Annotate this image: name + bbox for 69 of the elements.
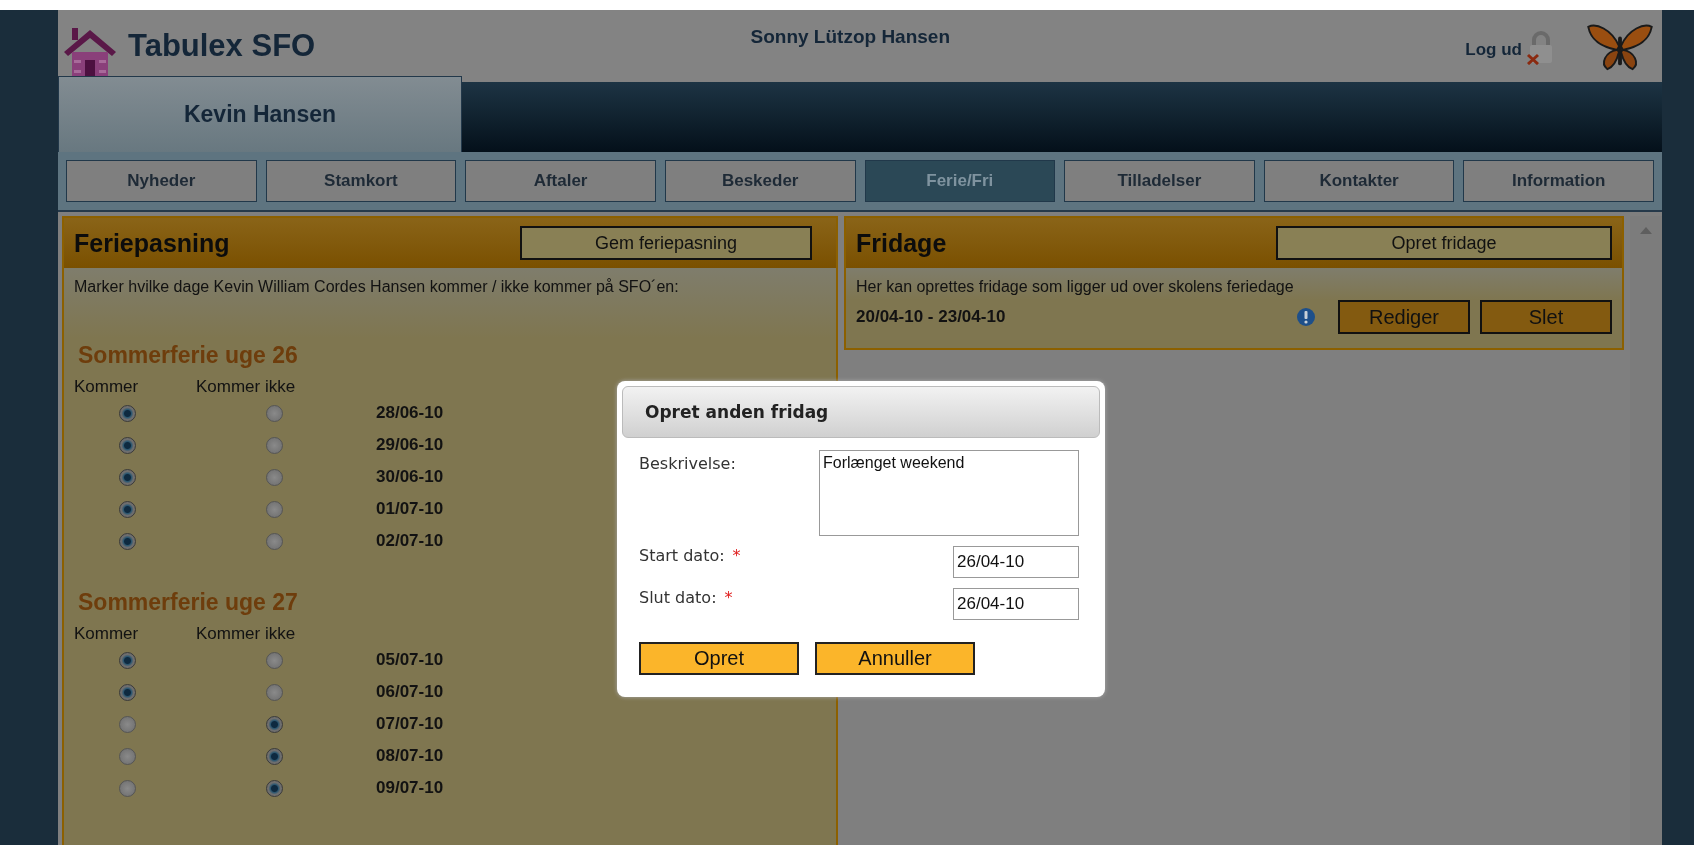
radio-button[interactable] [118,500,136,518]
date-field[interactable]: 26/04-10 [953,546,1079,578]
delete-button[interactable]: Slet [1480,300,1612,334]
dialog-title: Opret anden fridag [622,386,1100,438]
dialog-button[interactable]: Annuller [815,642,975,675]
radio-button[interactable] [265,715,283,733]
radio-button[interactable] [118,651,136,669]
radio-button[interactable] [265,779,283,797]
required-mark: * [732,546,741,565]
radio-button[interactable] [118,468,136,486]
field-label: Start dato: [639,546,725,565]
radio-button[interactable] [118,683,136,701]
column-label: Kommer ikke [196,624,296,644]
date-label: 05/07-10 [376,650,444,670]
radio-button[interactable] [265,683,283,701]
nav-tab[interactable]: Information [1463,160,1654,202]
radio-button[interactable] [265,532,283,550]
scroll-up-icon[interactable] [1640,226,1652,234]
nav-tab[interactable]: Tilladelser [1064,160,1255,202]
dialog-button[interactable]: Opret [639,642,799,675]
radio-button[interactable] [118,747,136,765]
field-label: Slut dato: [639,588,717,607]
date-label: 02/07-10 [376,531,444,551]
nav-tab[interactable]: Aftaler [465,160,656,202]
panel-title: Feriepasning [74,228,230,258]
field-label: Beskrivelse: [639,454,736,473]
date-label: 28/06-10 [376,403,444,423]
description-field[interactable]: Forlænget weekend [819,450,1079,536]
date-label: 06/07-10 [376,682,444,702]
column-label: Kommer [74,624,140,644]
edit-button[interactable]: Rediger [1338,300,1470,334]
info-icon[interactable] [1296,307,1316,327]
date-field[interactable]: 26/04-10 [953,588,1079,620]
date-label: 29/06-10 [376,435,444,455]
date-label: 08/07-10 [376,746,444,766]
child-tab[interactable]: Kevin Hansen [58,76,462,152]
required-mark: * [724,588,733,607]
butterfly-icon [1586,23,1654,73]
radio-button[interactable] [118,436,136,454]
date-range: 20/04-10 - 23/04-10 [856,307,1007,327]
user-name: Sonny Lützop Hansen [749,26,951,48]
radio-button[interactable] [265,436,283,454]
nav-tab[interactable]: Stamkort [265,160,457,202]
column-label: Kommer ikke [196,377,296,397]
radio-button[interactable] [118,779,136,797]
panel-title: Fridage [856,228,947,258]
nav-tab[interactable]: Ferie/Fri [864,160,1056,202]
radio-button[interactable] [118,404,136,422]
radio-button[interactable] [265,500,283,518]
column-label: Kommer [74,377,140,397]
nav-tab[interactable]: Nyheder [66,160,257,202]
app-title: Tabulex SFO [128,28,316,64]
radio-button[interactable] [118,532,136,550]
section-heading: Sommerferie uge 27 [78,589,298,616]
logout-link[interactable]: Log ud [1465,40,1522,60]
radio-button[interactable] [118,715,136,733]
radio-button[interactable] [265,468,283,486]
radio-button[interactable] [265,747,283,765]
date-label: 09/07-10 [376,778,444,798]
radio-button[interactable] [265,404,283,422]
radio-button[interactable] [265,651,283,669]
date-label: 01/07-10 [376,499,444,519]
create-button[interactable]: Opret fridage [1276,226,1612,260]
section-heading: Sommerferie uge 26 [78,342,298,369]
nav-tab[interactable]: Beskeder [664,160,856,202]
save-button[interactable]: Gem feriepasning [520,226,812,260]
date-label: 07/07-10 [376,714,444,734]
nav-tab[interactable]: Kontakter [1263,160,1455,202]
date-label: 30/06-10 [376,467,444,487]
